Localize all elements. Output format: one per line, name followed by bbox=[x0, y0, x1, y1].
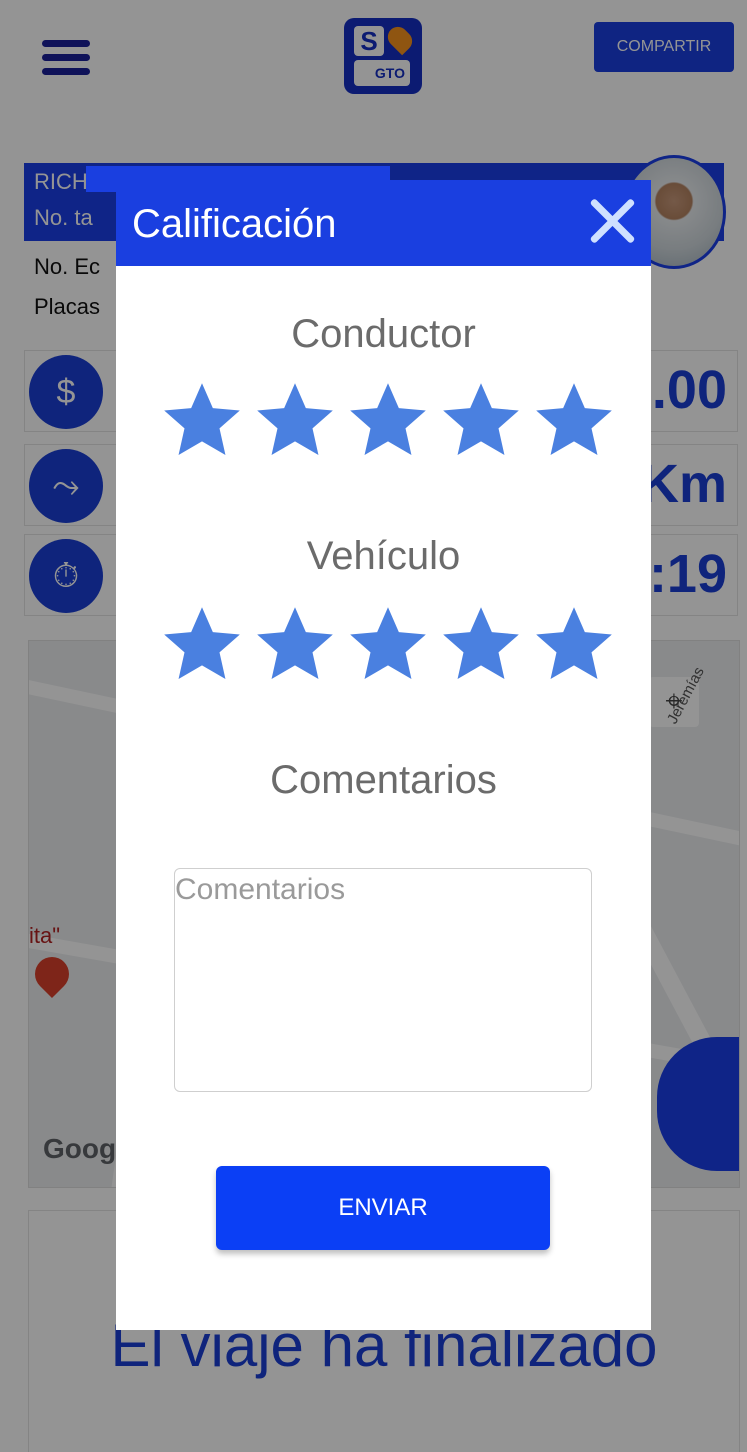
star-icon[interactable] bbox=[437, 602, 525, 686]
modal-header: Calificación bbox=[116, 180, 651, 266]
submit-button[interactable]: ENVIAR bbox=[216, 1166, 550, 1250]
close-icon[interactable] bbox=[587, 196, 637, 246]
star-icon[interactable] bbox=[158, 378, 246, 462]
star-icon[interactable] bbox=[158, 602, 246, 686]
vehicle-rating-stars bbox=[158, 602, 618, 686]
driver-rating-label: Conductor bbox=[291, 312, 476, 356]
star-icon[interactable] bbox=[530, 378, 618, 462]
star-icon[interactable] bbox=[251, 602, 339, 686]
star-icon[interactable] bbox=[437, 378, 525, 462]
modal-title: Calificación bbox=[132, 202, 337, 246]
driver-rating-stars bbox=[158, 378, 618, 462]
star-icon[interactable] bbox=[344, 378, 432, 462]
vehicle-rating-label: Vehículo bbox=[306, 534, 461, 578]
rating-modal: Calificación Conductor Vehículo Comentar… bbox=[116, 180, 651, 1330]
comments-input[interactable] bbox=[174, 868, 592, 1092]
comments-label: Comentarios bbox=[270, 758, 497, 802]
star-icon[interactable] bbox=[344, 602, 432, 686]
star-icon[interactable] bbox=[530, 602, 618, 686]
star-icon[interactable] bbox=[251, 378, 339, 462]
